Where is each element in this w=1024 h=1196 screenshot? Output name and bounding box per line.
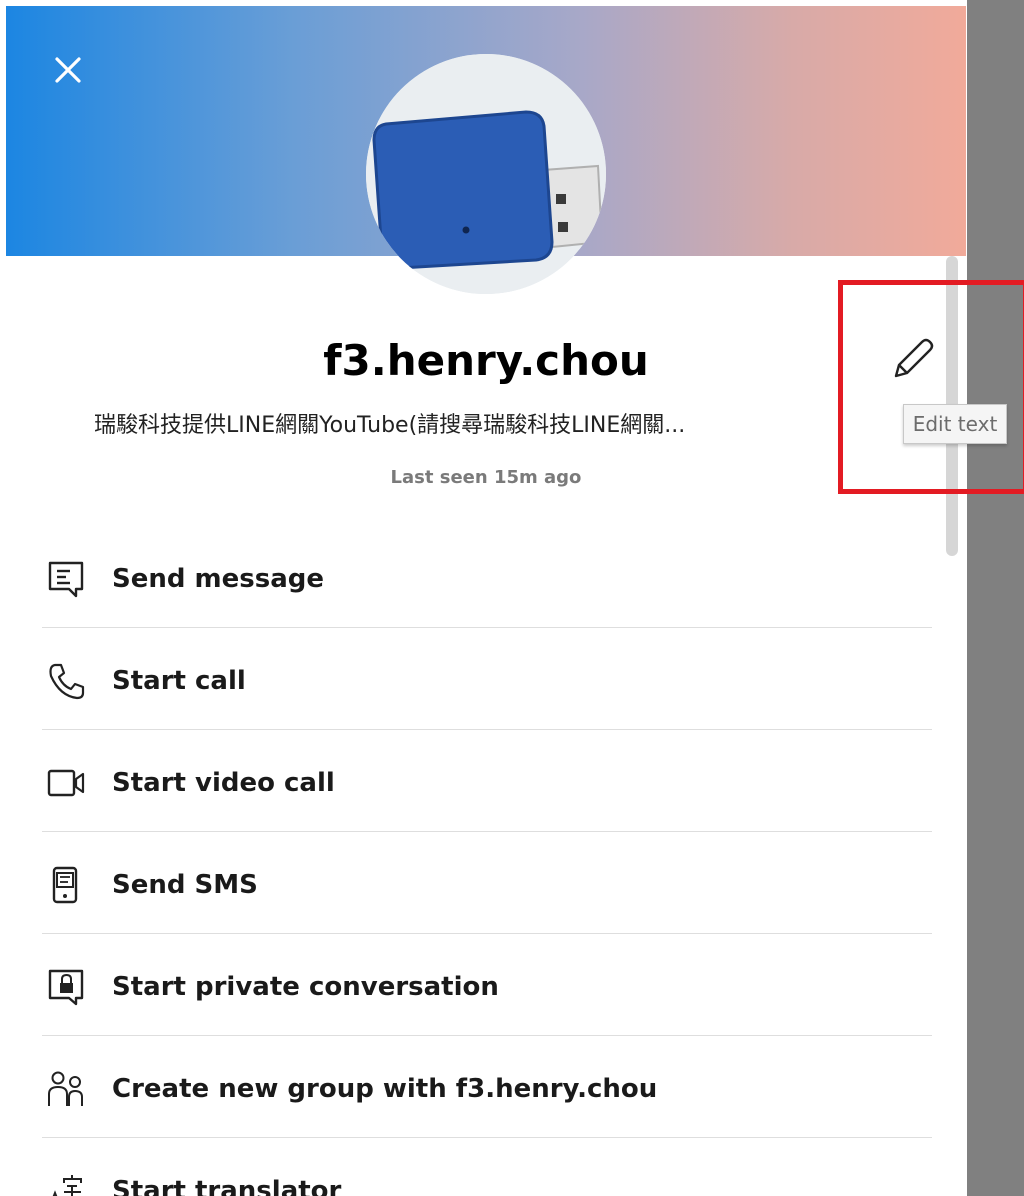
create-group-button[interactable]: Create new group with f3.henry.chou (42, 1036, 932, 1138)
background-overlay (967, 0, 1024, 1196)
private-lock-icon (48, 969, 84, 1006)
edit-mood-button[interactable] (884, 332, 938, 386)
menu-item-label: Start private conversation (112, 972, 499, 1002)
video-camera-icon (47, 769, 85, 797)
people-group-icon (48, 1071, 83, 1106)
screen: f3.henry.chou 瑞駿科技提供LINE網關YouTube(請搜尋瑞駿科… (0, 0, 1024, 1196)
message-icon (48, 561, 84, 598)
send-message-button[interactable]: Send message (42, 526, 932, 628)
menu-item-label: Start call (112, 666, 246, 696)
translator-icon (52, 1175, 82, 1196)
start-video-call-button[interactable]: Start video call (42, 730, 932, 832)
menu-item-label: Create new group with f3.henry.chou (112, 1074, 658, 1104)
edit-text-tooltip: Edit text (903, 404, 1007, 444)
pencil-icon (894, 338, 934, 378)
phone-icon (49, 663, 85, 700)
profile-mood-text: 瑞駿科技提供LINE網關YouTube(請搜尋瑞駿科技LINE網關... (94, 413, 686, 438)
menu-item-label: Send message (112, 564, 324, 594)
close-button[interactable] (50, 52, 86, 88)
profile-panel: f3.henry.chou 瑞駿科技提供LINE網關YouTube(請搜尋瑞駿科… (6, 6, 966, 1196)
menu-item-label: Send SMS (112, 870, 258, 900)
menu-item-label: Start video call (112, 768, 335, 798)
send-sms-button[interactable]: Send SMS (42, 832, 932, 934)
last-seen-status: Last seen 15m ago (390, 467, 582, 488)
menu-item-label: Start translator (112, 1176, 342, 1196)
avatar-photo-usb-dongle (366, 54, 606, 294)
start-translator-button[interactable]: Start translator (42, 1138, 932, 1196)
avatar[interactable] (366, 54, 606, 294)
sms-icon (52, 866, 78, 904)
profile-actions-list: Send message Start call Start video call (42, 526, 932, 1196)
close-icon (55, 57, 81, 83)
profile-name: f3.henry.chou (323, 336, 649, 385)
start-call-button[interactable]: Start call (42, 628, 932, 730)
start-private-conversation-button[interactable]: Start private conversation (42, 934, 932, 1036)
